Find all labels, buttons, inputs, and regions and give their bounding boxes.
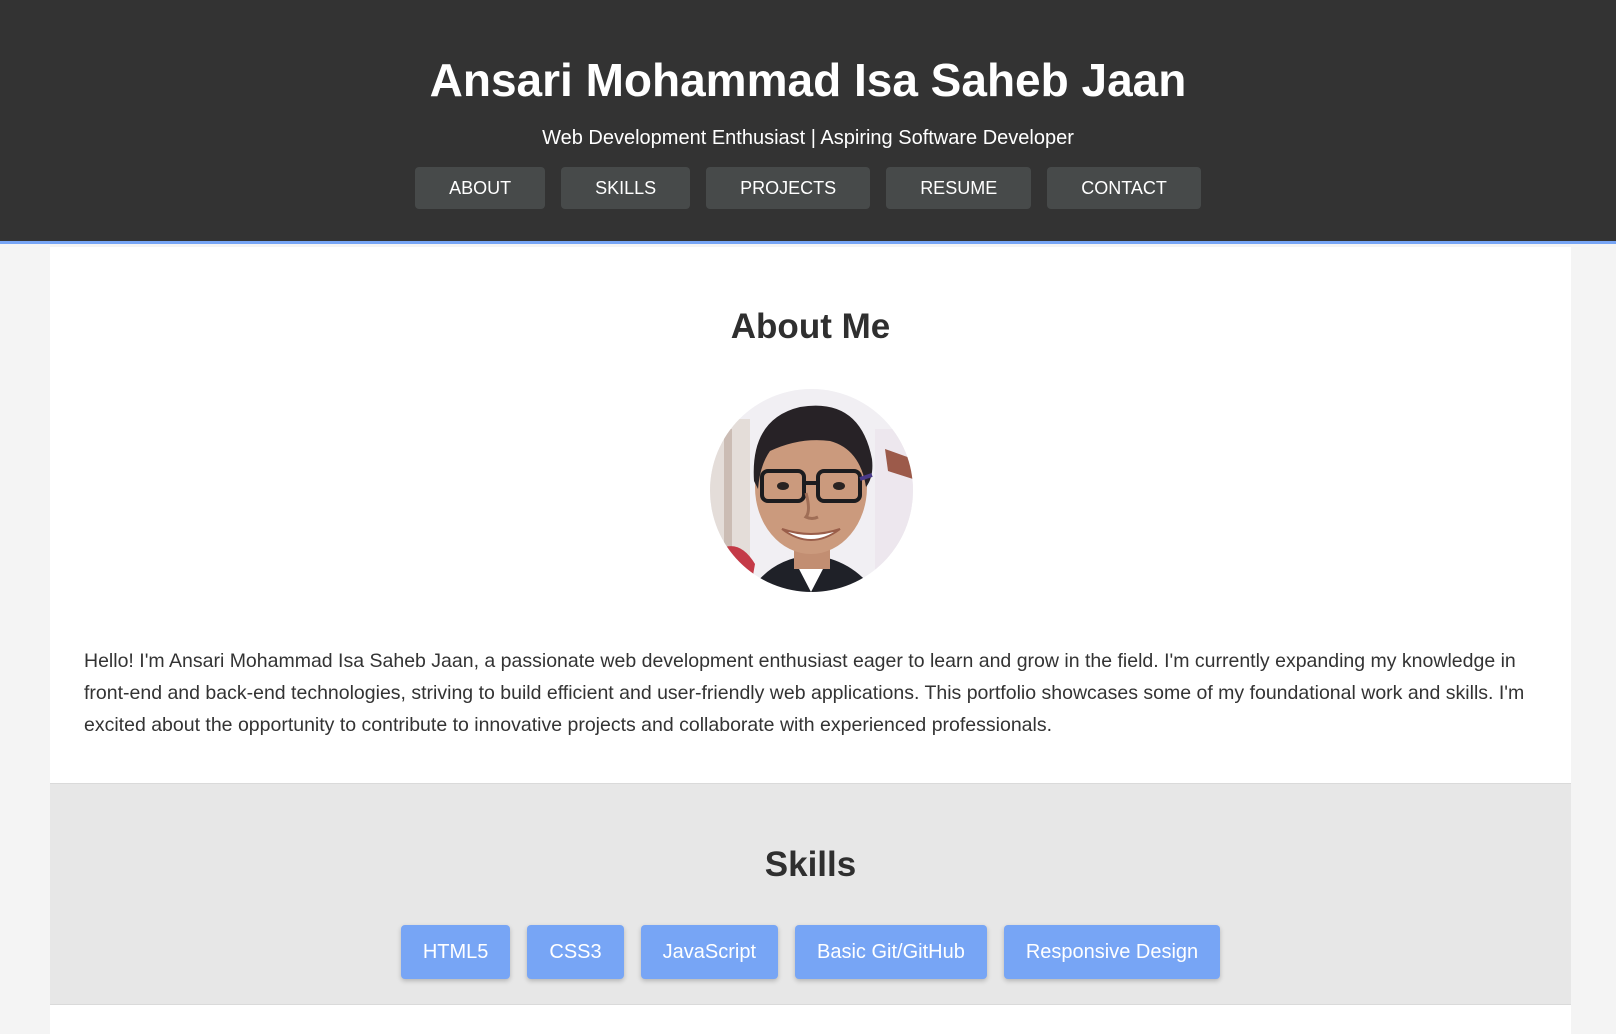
nav-link-resume[interactable]: RESUME	[886, 167, 1032, 209]
about-section: About Me Hello! I'm Ansari Mohammad Isa …	[50, 247, 1571, 783]
main-nav: ABOUT SKILLS PROJECTS RESUME CONTACT	[0, 167, 1616, 209]
nav-link-contact[interactable]: CONTACT	[1047, 167, 1201, 209]
skill-tag-responsive-design: Responsive Design	[1003, 925, 1221, 979]
skill-tag-html5: HTML5	[400, 925, 511, 979]
profile-photo	[710, 389, 913, 592]
about-text: Hello! I'm Ansari Mohammad Isa Saheb Jaa…	[84, 650, 1525, 736]
skills-list: HTML5 CSS3 JavaScript Basic Git/GitHub R…	[50, 925, 1571, 979]
skills-heading: Skills	[764, 845, 857, 884]
site-title: Ansari Mohammad Isa Saheb Jaan	[429, 54, 1187, 106]
skill-tag-git-github: Basic Git/GitHub	[795, 925, 987, 979]
skill-tag-css3: CSS3	[527, 925, 624, 979]
next-section	[50, 1005, 1571, 1034]
skills-section: Skills HTML5 CSS3 JavaScript Basic Git/G…	[50, 783, 1571, 1005]
nav-link-about[interactable]: ABOUT	[415, 167, 546, 209]
site-tagline: Web Development Enthusiast | Aspiring So…	[542, 127, 1074, 149]
about-heading: About Me	[730, 307, 891, 346]
main-content: About Me Hello! I'm Ansari Mohammad Isa …	[50, 247, 1571, 1034]
site-header: Ansari Mohammad Isa Saheb Jaan Web Devel…	[0, 0, 1616, 244]
profile-photo-illustration	[710, 389, 913, 592]
skill-tag-javascript: JavaScript	[640, 925, 779, 979]
nav-link-projects[interactable]: PROJECTS	[706, 167, 871, 209]
nav-link-skills[interactable]: SKILLS	[561, 167, 691, 209]
